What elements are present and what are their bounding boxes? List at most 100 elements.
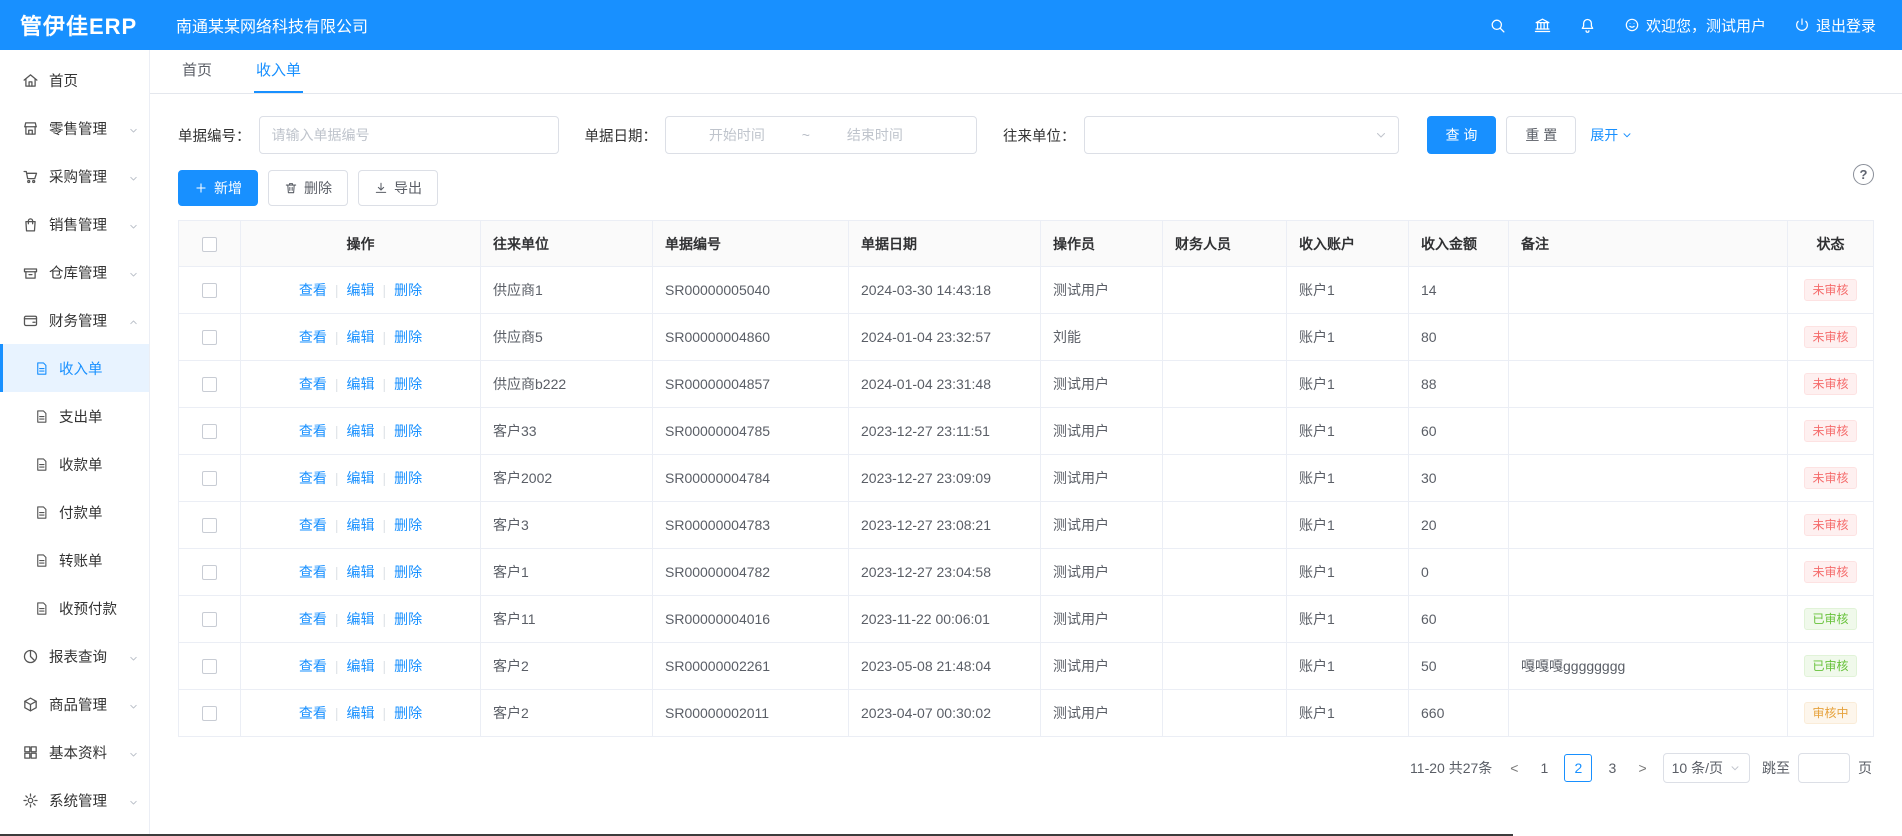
- search-button[interactable]: 查 询: [1427, 116, 1497, 154]
- sidebar-item-report[interactable]: 报表查询: [0, 632, 149, 680]
- row-action-edit[interactable]: 编辑: [347, 376, 375, 392]
- row-action-edit[interactable]: 编辑: [347, 658, 375, 674]
- select-all-checkbox[interactable]: [202, 237, 217, 252]
- row-action-view[interactable]: 查看: [299, 470, 327, 486]
- cell-finance: [1163, 549, 1287, 596]
- row-action-edit[interactable]: 编辑: [347, 517, 375, 533]
- row-action-delete[interactable]: 删除: [394, 282, 422, 298]
- export-button[interactable]: 导出: [358, 170, 438, 206]
- sidebar-item-sales[interactable]: 销售管理: [0, 200, 149, 248]
- logout-button[interactable]: 退出登录: [1794, 15, 1876, 36]
- row-checkbox[interactable]: [202, 330, 217, 345]
- income-bill-table: 操作往来单位单据编号单据日期操作员财务人员收入账户收入金额备注状态 查看|编辑|…: [150, 220, 1902, 737]
- row-action-delete[interactable]: 删除: [394, 705, 422, 721]
- cell-code: SR00000004782: [653, 549, 849, 596]
- sidebar-subitem-advance-receipt[interactable]: 收预付款: [0, 584, 149, 632]
- sidebar-subitem-payment-bill[interactable]: 付款单: [0, 488, 149, 536]
- row-action-delete[interactable]: 删除: [394, 423, 422, 439]
- row-action-view[interactable]: 查看: [299, 611, 327, 627]
- jump-page-input[interactable]: [1798, 753, 1850, 783]
- row-checkbox[interactable]: [202, 612, 217, 627]
- row-action-delete[interactable]: 删除: [394, 611, 422, 627]
- sidebar-item-basic[interactable]: 基本资料: [0, 728, 149, 776]
- row-action-view[interactable]: 查看: [299, 705, 327, 721]
- row-checkbox[interactable]: [202, 565, 217, 580]
- row-checkbox[interactable]: [202, 706, 217, 721]
- sidebar-item-retail[interactable]: 零售管理: [0, 104, 149, 152]
- logout-text: 退出登录: [1816, 15, 1876, 36]
- sidebar-item-home[interactable]: 首页: [0, 56, 149, 104]
- sidebar-subitem-transfer-bill[interactable]: 转账单: [0, 536, 149, 584]
- action-separator: |: [335, 564, 339, 580]
- cell-amount: 88: [1409, 361, 1509, 408]
- page-size-select[interactable]: 10 条/页: [1663, 753, 1750, 783]
- row-action-delete[interactable]: 删除: [394, 658, 422, 674]
- sidebar-item-finance[interactable]: 财务管理: [0, 296, 149, 344]
- cell-date: 2024-03-30 14:43:18: [849, 267, 1041, 314]
- page-button-1[interactable]: 1: [1530, 754, 1558, 782]
- sidebar-item-system[interactable]: 系统管理: [0, 776, 149, 824]
- row-checkbox[interactable]: [202, 518, 217, 533]
- unit-select[interactable]: [1084, 116, 1399, 154]
- next-page-button[interactable]: >: [1634, 760, 1650, 776]
- date-end-input[interactable]: [814, 127, 936, 143]
- sidebar-item-goods[interactable]: 商品管理: [0, 680, 149, 728]
- building-icon[interactable]: [1534, 17, 1551, 34]
- sidebar-item-warehouse[interactable]: 仓库管理: [0, 248, 149, 296]
- row-action-delete[interactable]: 删除: [394, 376, 422, 392]
- help-icon[interactable]: ?: [1853, 164, 1874, 185]
- prev-page-button[interactable]: <: [1506, 760, 1522, 776]
- page-button-3[interactable]: 3: [1598, 754, 1626, 782]
- row-action-edit[interactable]: 编辑: [347, 470, 375, 486]
- row-checkbox[interactable]: [202, 424, 217, 439]
- row-action-view[interactable]: 查看: [299, 517, 327, 533]
- row-checkbox[interactable]: [202, 283, 217, 298]
- bill-code-input[interactable]: [259, 116, 559, 154]
- cell-remark: [1509, 314, 1788, 361]
- row-action-edit[interactable]: 编辑: [347, 329, 375, 345]
- bell-icon[interactable]: [1579, 17, 1596, 34]
- user-welcome[interactable]: 欢迎您，测试用户: [1624, 15, 1766, 36]
- row-action-edit[interactable]: 编辑: [347, 705, 375, 721]
- row-action-edit[interactable]: 编辑: [347, 423, 375, 439]
- row-action-delete[interactable]: 删除: [394, 470, 422, 486]
- add-button[interactable]: 新增: [178, 170, 258, 206]
- cell-operator: 测试用户: [1041, 690, 1163, 737]
- toolbar: 新增 删除 导出 ?: [150, 154, 1902, 220]
- row-checkbox[interactable]: [202, 471, 217, 486]
- row-action-delete[interactable]: 删除: [394, 564, 422, 580]
- cell-account: 账户1: [1287, 267, 1409, 314]
- row-checkbox[interactable]: [202, 377, 217, 392]
- row-action-edit[interactable]: 编辑: [347, 564, 375, 580]
- sidebar-subitem-expense-bill[interactable]: 支出单: [0, 392, 149, 440]
- sidebar-subitem-receipt-bill[interactable]: 收款单: [0, 440, 149, 488]
- row-action-view[interactable]: 查看: [299, 282, 327, 298]
- row-action-delete[interactable]: 删除: [394, 329, 422, 345]
- row-action-edit[interactable]: 编辑: [347, 611, 375, 627]
- reset-button[interactable]: 重 置: [1506, 116, 1576, 154]
- row-action-view[interactable]: 查看: [299, 423, 327, 439]
- date-range-picker[interactable]: ~: [665, 116, 977, 154]
- row-action-view[interactable]: 查看: [299, 329, 327, 345]
- sidebar-item-purchase[interactable]: 采购管理: [0, 152, 149, 200]
- row-action-view[interactable]: 查看: [299, 658, 327, 674]
- cell-finance: [1163, 502, 1287, 549]
- row-action-edit[interactable]: 编辑: [347, 282, 375, 298]
- sidebar-subitem-income-bill[interactable]: 收入单: [0, 344, 149, 392]
- doc-icon: [34, 457, 49, 472]
- delete-button[interactable]: 删除: [268, 170, 348, 206]
- tab-home[interactable]: 首页: [180, 59, 214, 93]
- download-icon: [374, 181, 388, 195]
- cell-code: SR00000004783: [653, 502, 849, 549]
- action-separator: |: [335, 517, 339, 533]
- status-badge: 未审核: [1804, 420, 1856, 442]
- row-action-view[interactable]: 查看: [299, 376, 327, 392]
- row-action-delete[interactable]: 删除: [394, 517, 422, 533]
- expand-filters-link[interactable]: 展开: [1590, 125, 1633, 145]
- row-checkbox[interactable]: [202, 659, 217, 674]
- date-start-input[interactable]: [676, 127, 798, 143]
- page-button-2[interactable]: 2: [1564, 754, 1592, 782]
- tab-income-bill[interactable]: 收入单: [254, 59, 303, 93]
- search-icon[interactable]: [1489, 17, 1506, 34]
- row-action-view[interactable]: 查看: [299, 564, 327, 580]
